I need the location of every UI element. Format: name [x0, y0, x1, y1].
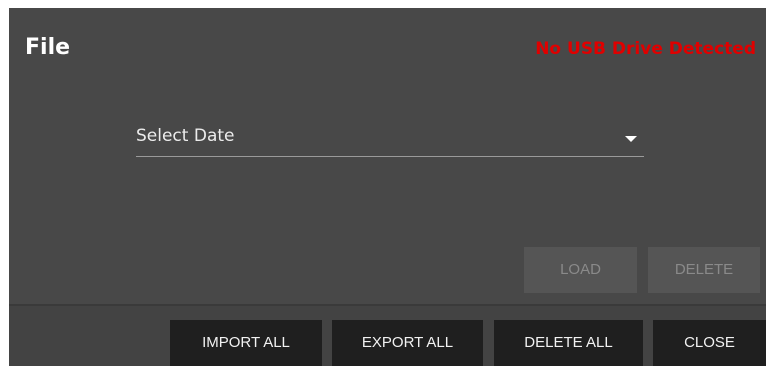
export-all-button[interactable]: EXPORT ALL [332, 320, 483, 366]
import-all-button[interactable]: IMPORT ALL [170, 320, 322, 366]
load-button[interactable]: LOAD [524, 247, 637, 293]
dialog-body: File No USB Drive Detected Select Date L… [9, 8, 766, 304]
date-select-label: Select Date [136, 126, 235, 146]
close-button[interactable]: CLOSE [653, 320, 766, 366]
delete-all-button[interactable]: DELETE ALL [494, 320, 643, 366]
usb-status-message: No USB Drive Detected [535, 39, 756, 59]
footer-divider [9, 304, 766, 306]
delete-button[interactable]: DELETE [648, 247, 760, 293]
file-dialog: File No USB Drive Detected Select Date L… [9, 8, 766, 366]
dialog-title: File [25, 35, 71, 60]
date-select[interactable]: Select Date [136, 120, 644, 157]
dropdown-arrow-icon [625, 136, 637, 142]
